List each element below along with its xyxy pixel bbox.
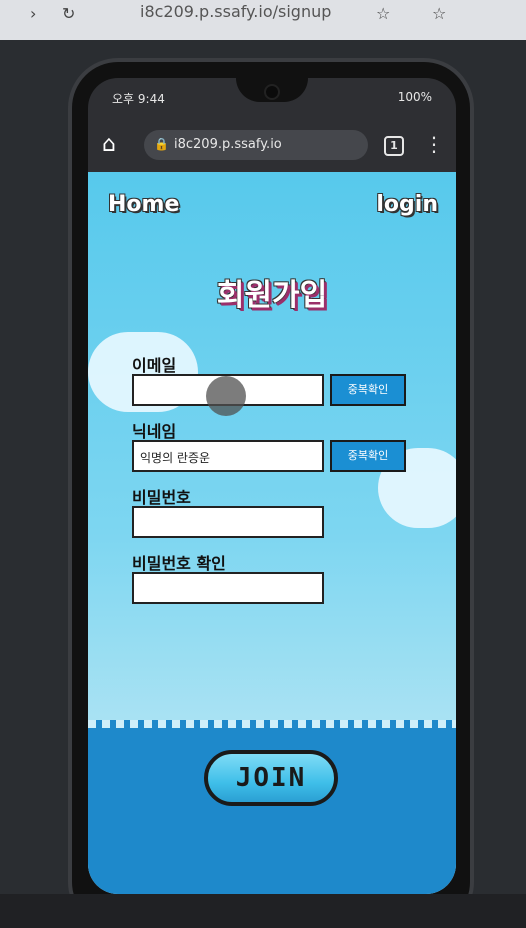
email-check-button[interactable]: 중복확인 <box>330 374 406 406</box>
touch-indicator <box>206 376 246 416</box>
desktop-browser-bar: › ↻ i8c209.p.ssafy.io/signup ☆ ☆ <box>0 0 526 40</box>
status-battery: 100% <box>397 90 432 104</box>
camera-icon <box>266 86 278 98</box>
nickname-check-button[interactable]: 중복확인 <box>330 440 406 472</box>
desktop-bottom-bar <box>0 894 526 928</box>
password-confirm-label: 비밀번호 확인 <box>132 554 226 573</box>
desktop-url[interactable]: i8c209.p.ssafy.io/signup <box>140 2 331 21</box>
page-title: 회원가입 <box>216 278 328 313</box>
star-icon[interactable]: ☆ <box>376 4 390 23</box>
phone-screen: 오후 9:44 100% ⌂ 🔒 i8c209.p.ssafy.io 1 ⋮ H… <box>88 78 456 894</box>
status-time: 오후 9:44 <box>112 92 165 106</box>
address-bar-url: i8c209.p.ssafy.io <box>174 137 282 152</box>
tabs-icon[interactable]: 1 <box>384 136 404 156</box>
mobile-browser-toolbar: ⌂ 🔒 i8c209.p.ssafy.io 1 ⋮ <box>88 126 456 166</box>
reload-icon[interactable]: ↻ <box>62 4 75 23</box>
password-label: 비밀번호 <box>132 488 191 507</box>
extension-icon[interactable]: ☆ <box>432 4 446 23</box>
nickname-input[interactable]: 익명의 란증운 <box>132 440 324 472</box>
password-input[interactable] <box>132 506 324 538</box>
nav-home-link[interactable]: Home <box>108 192 179 217</box>
back-icon[interactable]: › <box>30 4 36 23</box>
nav-login-link[interactable]: login <box>376 192 438 217</box>
join-button[interactable]: JOIN <box>204 750 338 806</box>
password-confirm-input[interactable] <box>132 572 324 604</box>
address-bar[interactable]: 🔒 i8c209.p.ssafy.io <box>144 130 368 160</box>
home-icon[interactable]: ⌂ <box>102 132 128 158</box>
lock-icon: 🔒 <box>154 137 169 151</box>
more-menu-icon[interactable]: ⋮ <box>424 132 444 156</box>
signup-page: Home login 회원가입 이메일 중복확인 닉네임 익명의 란증운 중복확… <box>88 172 456 894</box>
nickname-label: 닉네임 <box>132 422 177 441</box>
email-label: 이메일 <box>132 356 177 375</box>
